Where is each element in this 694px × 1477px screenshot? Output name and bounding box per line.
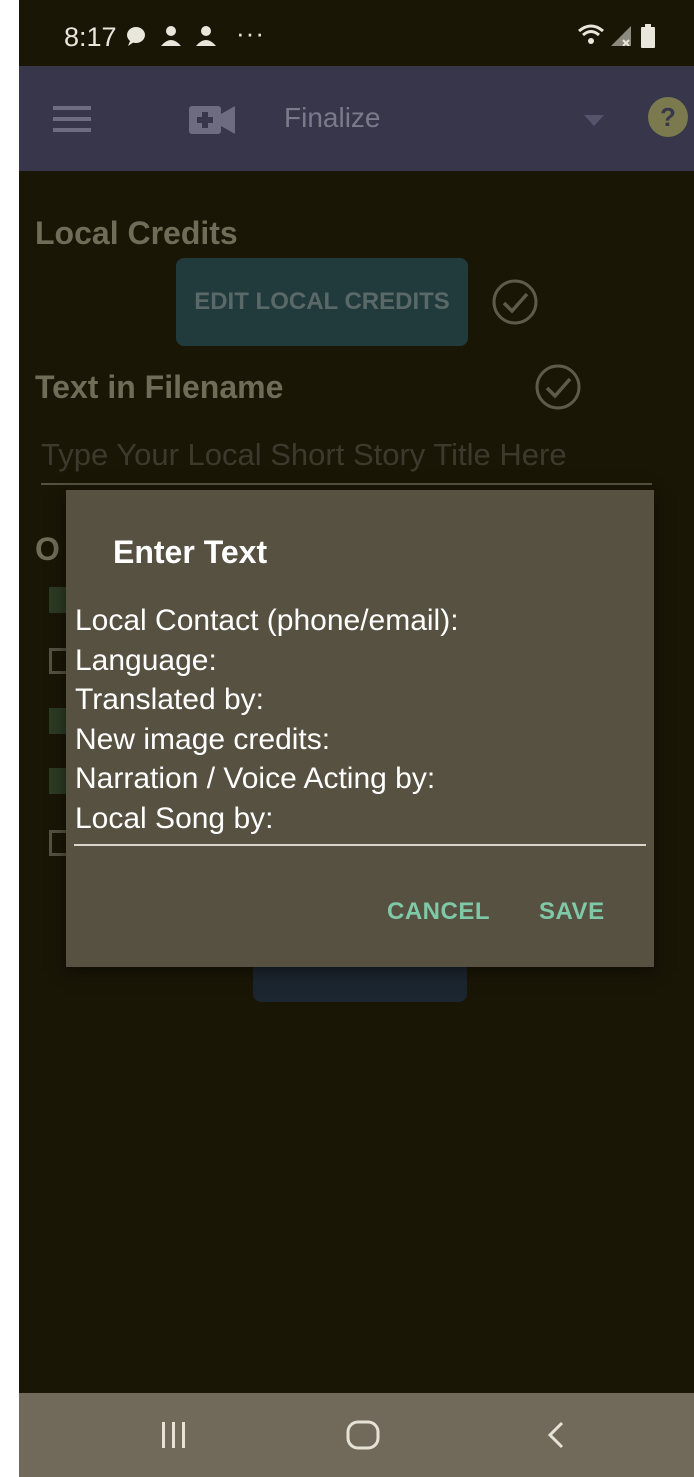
svg-text:?: ? — [660, 102, 676, 132]
signal-icon — [609, 24, 633, 51]
video-add-icon[interactable] — [189, 104, 237, 141]
dialog-line: Local Song by: — [75, 801, 274, 835]
navigation-bar — [19, 1393, 694, 1477]
cancel-button[interactable]: CANCEL — [387, 898, 490, 926]
wifi-icon — [577, 24, 605, 51]
dialog-line: New image credits: — [75, 722, 331, 756]
dialog-line: Narration / Voice Acting by: — [75, 762, 436, 795]
options-heading: O — [35, 531, 60, 567]
hamburger-menu-icon[interactable] — [53, 104, 91, 139]
user-icon — [159, 24, 183, 53]
local-credits-heading: Local Credits — [35, 215, 238, 251]
dialog-text-field[interactable]: Local Contact (phone/email): Language: T… — [75, 601, 646, 838]
app-bar: Finalize ? — [19, 66, 694, 171]
phone-screen: 8:17 ··· Finalize ? Local Credits EDIT L… — [19, 0, 694, 1477]
hidden-button[interactable] — [253, 966, 467, 1002]
app-title[interactable]: Finalize — [284, 102, 380, 134]
help-icon[interactable]: ? — [648, 97, 688, 142]
dropdown-arrow-icon[interactable] — [584, 114, 604, 132]
text-field-underline — [74, 844, 646, 846]
check-circle-icon — [491, 278, 539, 331]
dialog-title: Enter Text — [113, 534, 268, 570]
chat-bubble-icon — [124, 24, 148, 53]
edit-local-credits-button[interactable]: EDIT LOCAL CREDITS — [176, 258, 468, 346]
recent-apps-icon[interactable] — [139, 1393, 209, 1477]
enter-text-dialog: Enter Text Local Contact (phone/email): … — [66, 490, 654, 967]
back-icon[interactable] — [521, 1393, 591, 1477]
dialog-line: Local Contact (phone/email): — [75, 604, 459, 637]
status-bar: 8:17 ··· — [19, 0, 694, 66]
user-icon — [194, 24, 218, 53]
battery-icon — [641, 24, 655, 53]
more-notifications: ··· — [236, 18, 265, 48]
save-button[interactable]: SAVE — [539, 898, 605, 926]
home-icon[interactable] — [328, 1393, 398, 1477]
status-time: 8:17 — [64, 22, 117, 52]
dialog-line: Language: — [75, 643, 217, 677]
dialog-line: Translated by: — [75, 683, 264, 716]
story-title-input[interactable]: Type Your Local Short Story Title Here — [41, 437, 652, 485]
check-circle-icon — [534, 363, 582, 416]
text-in-filename-heading: Text in Filename — [35, 369, 284, 405]
